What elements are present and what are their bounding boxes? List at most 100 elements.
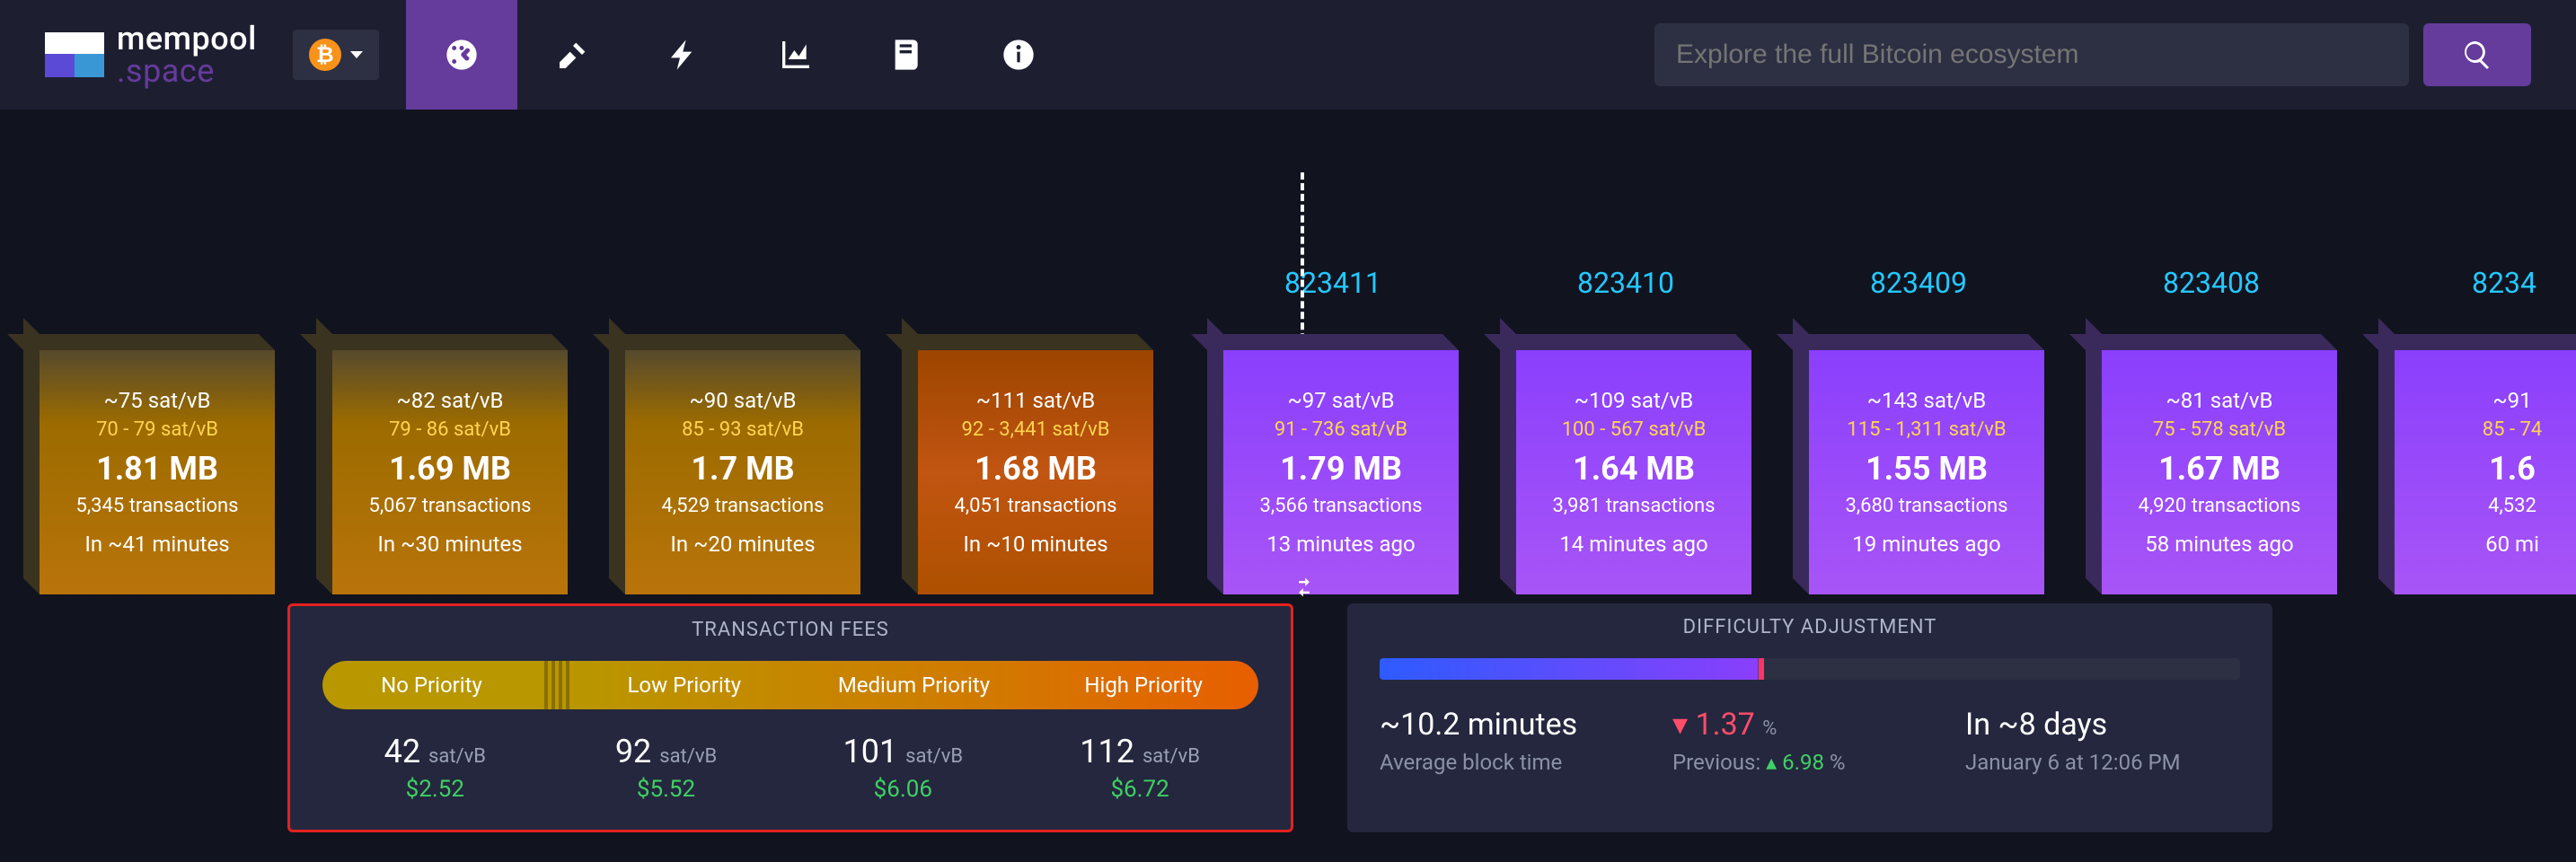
mined-block[interactable]: 823408 ~81 sat/vB 75 - 578 sat/vB 1.67 M… — [2086, 266, 2337, 594]
fee-value-none: 42 sat/vB $2.52 — [322, 733, 548, 803]
chart-icon — [778, 37, 814, 73]
fee-label-low: Low Priority — [569, 673, 799, 698]
fee-unit: sat/vB — [659, 745, 717, 768]
fee-usd-none: $2.52 — [322, 776, 548, 803]
nav-graphs[interactable] — [740, 0, 851, 110]
mined-block[interactable]: 823409 ~143 sat/vB 115 - 1,311 sat/vB 1.… — [1793, 266, 2044, 594]
mined-block[interactable]: 8234 ~91 85 - 74 1.6 4,532 60 mi — [2378, 266, 2576, 594]
difficulty-prev-label: Previous: — [1672, 750, 1760, 775]
block-size: 1.67 MB — [2158, 450, 2280, 488]
block-tx-count: 3,981 transactions — [1552, 495, 1715, 517]
nav — [406, 0, 1074, 110]
block-size: 1.55 MB — [1866, 450, 1988, 488]
fee-label-medium: Medium Priority — [799, 673, 1029, 698]
block-tx-count: 4,920 transactions — [2138, 495, 2300, 517]
difficulty-eta-date: January 6 at 12:06 PM — [1965, 750, 2240, 775]
pending-block[interactable]: ~82 sat/vB 79 - 86 sat/vB 1.69 MB 5,067 … — [316, 271, 568, 594]
block-size: 1.6 — [2489, 450, 2536, 488]
block-fee-range: 91 - 736 sat/vB — [1275, 418, 1407, 441]
mined-block[interactable]: 823411 ~97 sat/vB 91 - 736 sat/vB 1.79 M… — [1207, 266, 1459, 594]
block-fee-rate: ~81 sat/vB — [2166, 388, 2272, 413]
block-fee-range: 85 - 93 sat/vB — [682, 418, 804, 441]
fee-seg-no-priority: No Priority — [322, 661, 541, 709]
block-size: 1.69 MB — [389, 450, 511, 488]
logo-icon — [45, 32, 104, 77]
block-tx-count: 4,051 transactions — [954, 495, 1116, 517]
nav-mining[interactable] — [517, 0, 629, 110]
block-tx-count: 4,529 transactions — [661, 495, 824, 517]
block-fee-range: 79 - 86 sat/vB — [389, 418, 511, 441]
network-selector[interactable]: ₿ — [293, 30, 379, 80]
block-tx-count: 4,532 — [2488, 495, 2536, 517]
block-size: 1.81 MB — [96, 450, 218, 488]
avg-block-time: ~10.2 minutes — [1380, 707, 1654, 743]
book-icon — [889, 37, 925, 73]
fee-unit: sat/vB — [1142, 745, 1200, 768]
bolt-icon — [666, 37, 702, 73]
block-size: 1.64 MB — [1573, 450, 1695, 488]
difficulty-avg-time: ~10.2 minutes Average block time — [1380, 707, 1654, 775]
block-fee-range: 92 - 3,441 sat/vB — [962, 418, 1110, 441]
block-fee-range: 70 - 79 sat/vB — [96, 418, 218, 441]
block-height[interactable]: 823410 — [1577, 266, 1674, 300]
mined-block[interactable]: 823410 ~109 sat/vB 100 - 567 sat/vB 1.64… — [1500, 266, 1751, 594]
pickaxe-icon — [555, 37, 591, 73]
nav-about[interactable] — [963, 0, 1074, 110]
block-fee-rate: ~109 sat/vB — [1575, 388, 1694, 413]
pending-block[interactable]: ~75 sat/vB 70 - 79 sat/vB 1.81 MB 5,345 … — [23, 271, 275, 594]
block-tx-count: 5,345 transactions — [75, 495, 238, 517]
difficulty-eta-val: In ~8 days — [1965, 707, 2240, 743]
block-height[interactable]: 823408 — [2163, 266, 2260, 300]
block-age: 19 minutes ago — [1852, 532, 2000, 557]
block-fee-range: 85 - 74 — [2483, 418, 2542, 441]
bitcoin-icon: ₿ — [309, 39, 341, 71]
fee-value-low: 92 sat/vB $5.52 — [548, 733, 785, 803]
difficulty-eta: In ~8 days January 6 at 12:06 PM — [1965, 707, 2240, 775]
block-height[interactable]: 823409 — [1870, 266, 1967, 300]
fee-values: 42 sat/vB $2.52 92 sat/vB $5.52 101 sat/… — [290, 709, 1291, 830]
fee-usd-med: $6.06 — [784, 776, 1021, 803]
transaction-fees-panel: TRANSACTION FEES No Priority Low Priorit… — [287, 603, 1293, 832]
avg-block-time-label: Average block time — [1380, 750, 1654, 775]
difficulty-change-val: 1.37 — [1696, 707, 1755, 743]
pending-block[interactable]: ~111 sat/vB 92 - 3,441 sat/vB 1.68 MB 4,… — [902, 271, 1153, 594]
nav-dashboard[interactable] — [406, 0, 517, 110]
block-fee-rate: ~90 sat/vB — [689, 388, 796, 413]
logo[interactable]: mempool .space — [45, 22, 257, 87]
fee-label-high: High Priority — [1028, 673, 1258, 698]
block-tx-count: 5,067 transactions — [368, 495, 531, 517]
block-age: 60 mi — [2485, 532, 2539, 557]
pending-blocks-lane: sat/vB MB sactions inutes ~75 sat/vB 70 … — [0, 163, 1153, 594]
block-fee-rate: ~97 sat/vB — [1287, 388, 1394, 413]
difficulty-stats: ~10.2 minutes Average block time ▾ 1.37 … — [1347, 707, 2272, 802]
nav-lightning[interactable] — [629, 0, 740, 110]
fee-unit: sat/vB — [905, 745, 963, 768]
pending-block[interactable]: ~90 sat/vB 85 - 93 sat/vB 1.7 MB 4,529 t… — [609, 271, 860, 594]
swap-icon — [1292, 575, 1317, 600]
block-fee-rate: ~111 sat/vB — [976, 388, 1096, 413]
fee-rate-low: 92 — [615, 733, 651, 770]
header: mempool .space ₿ — [0, 0, 2576, 110]
block-eta: In ~20 minutes — [670, 532, 815, 557]
block-fee-rate: ~91 — [2492, 388, 2531, 413]
chevron-down-icon — [350, 51, 363, 58]
fee-rate-none: 42 — [384, 733, 420, 770]
block-height[interactable]: 823411 — [1284, 266, 1381, 300]
fee-value-high: 112 sat/vB $6.72 — [1021, 733, 1258, 803]
logo-text-top: mempool — [117, 22, 257, 55]
search-button[interactable] — [2423, 23, 2531, 86]
search-input[interactable] — [1654, 23, 2409, 86]
block-age: 58 minutes ago — [2145, 532, 2293, 557]
block-eta: In ~41 minutes — [84, 532, 229, 557]
fee-value-med: 101 sat/vB $6.06 — [784, 733, 1021, 803]
difficulty-prev-val: 6.98 — [1782, 750, 1824, 775]
nav-docs[interactable] — [851, 0, 963, 110]
block-age: 13 minutes ago — [1266, 532, 1415, 557]
fee-seg-gradient: Low Priority Medium Priority High Priori… — [569, 661, 1258, 709]
block-height[interactable]: 8234 — [2472, 266, 2536, 300]
fee-stripes — [541, 661, 569, 709]
fee-rate-high: 112 — [1080, 733, 1134, 770]
dashboard-icon — [444, 37, 480, 73]
fee-unit: sat/vB — [428, 745, 486, 768]
block-fee-rate: ~82 sat/vB — [396, 388, 503, 413]
